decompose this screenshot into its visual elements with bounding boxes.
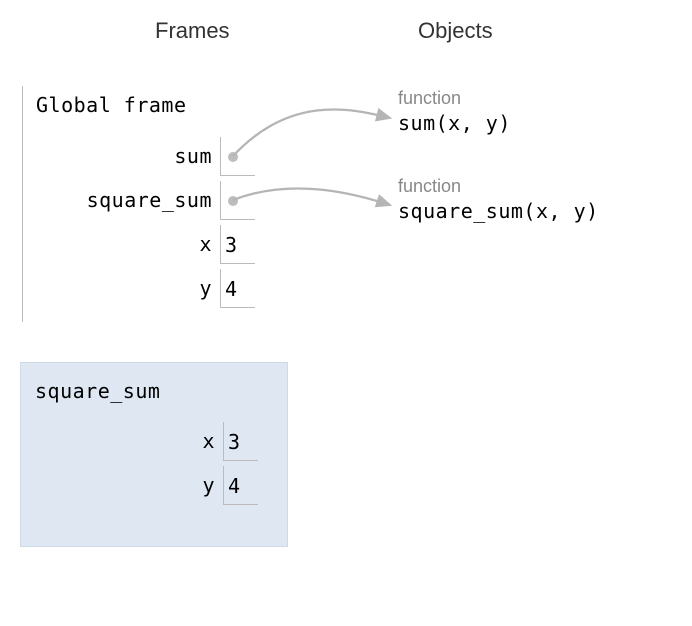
local-var-value: 3 [223,422,258,461]
local-var-row: y 4 [39,465,258,505]
object-type-label: function [398,88,511,109]
global-var-row: y 4 [36,268,255,308]
pointer-dot-icon [228,152,238,162]
objects-heading: Objects [418,18,493,44]
global-var-label: y [36,276,220,300]
frames-heading: Frames [155,18,230,44]
local-var-label: y [39,473,223,497]
global-var-label: square_sum [36,188,220,212]
global-var-label: x [36,232,220,256]
global-var-row: square_sum [36,180,255,220]
pointer-arrow-icon [233,109,390,156]
global-var-pointer [220,137,255,176]
global-var-value: 4 [220,269,255,308]
local-var-value: 4 [223,466,258,505]
object-function: function sum(x, y) [398,88,511,135]
local-var-row: x 3 [39,421,258,461]
global-frame-rule [22,86,23,322]
object-function: function square_sum(x, y) [398,176,599,223]
object-signature: square_sum(x, y) [398,199,599,223]
global-var-row: sum [36,136,255,176]
local-var-label: x [39,429,223,453]
object-type-label: function [398,176,599,197]
local-frame-title: square_sum [35,379,160,403]
global-var-value: 3 [220,225,255,264]
pointer-arrow-icon [233,188,390,205]
object-signature: sum(x, y) [398,111,511,135]
global-var-pointer [220,181,255,220]
pointer-dot-icon [228,196,238,206]
global-var-label: sum [36,144,220,168]
global-frame-title: Global frame [36,93,187,117]
global-var-row: x 3 [36,224,255,264]
local-frame: square_sum x 3 y 4 [20,362,288,547]
